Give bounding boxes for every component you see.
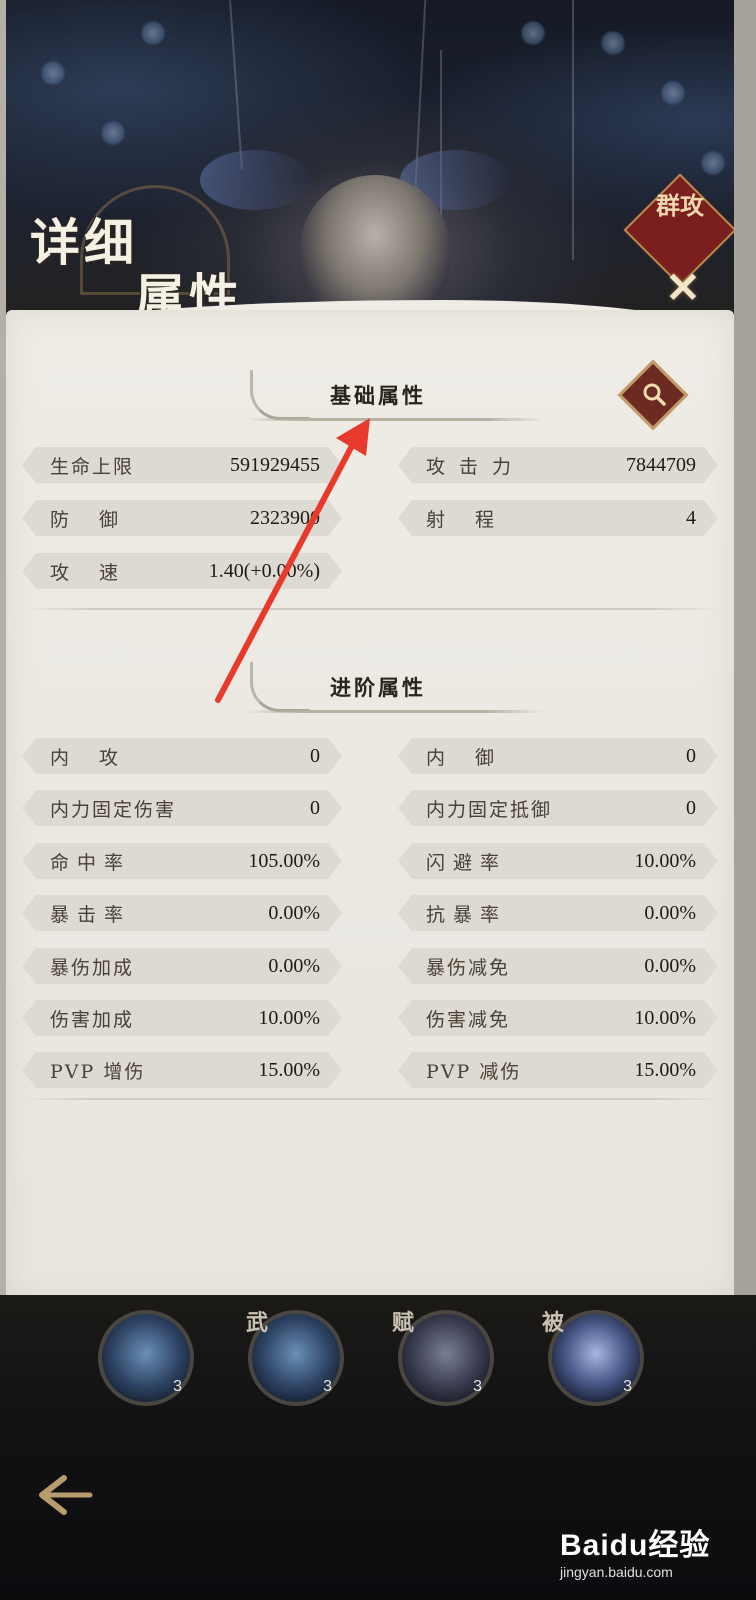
section-divider [22, 1098, 722, 1100]
stat-attack-speed: 攻速 1.40(+0.00%) [22, 553, 342, 589]
watermark-site: jingyan.baidu.com [560, 1564, 673, 1580]
stat-inner-fixed-resist: 内力固定抵御 0 [398, 790, 718, 826]
section-underline [245, 418, 545, 421]
stat-pvp-damage-reduction: PVP 减伤 15.00% [398, 1052, 718, 1088]
stat-max-hp: 生命上限 591929455 [22, 447, 342, 483]
skill-slot-1[interactable]: 3 [98, 1310, 194, 1406]
stat-dodge-rate: 闪避率 10.00% [398, 843, 718, 879]
magnifier-icon [643, 383, 666, 406]
watermark-brand: Baidu经验 [560, 1529, 711, 1562]
stat-crit-resist: 抗暴率 0.00% [398, 895, 718, 931]
baidu-watermark: Baidu经验 jingyan.baidu.com [560, 1520, 750, 1590]
attack-type-label: 群攻 [656, 191, 704, 220]
skill-level: 3 [173, 1378, 182, 1395]
skill-tag-martial: 武 [246, 1310, 269, 1336]
stat-hit-rate: 命中率 105.00% [22, 843, 342, 879]
skill-level: 3 [323, 1378, 332, 1395]
stat-inner-fixed-damage: 内力固定伤害 0 [22, 790, 342, 826]
stat-inner-defense: 内御 0 [398, 738, 718, 774]
stat-pvp-damage-bonus: PVP 增伤 15.00% [22, 1052, 342, 1088]
brush-ornament-icon [250, 662, 310, 712]
stat-attack: 攻击力 7844709 [398, 447, 718, 483]
stat-crit-rate: 暴击率 0.00% [22, 895, 342, 931]
advanced-section-header: 进阶属性 [0, 662, 756, 713]
stat-damage-bonus: 伤害加成 10.00% [22, 1000, 342, 1036]
close-button[interactable]: ✕ [660, 265, 706, 311]
back-arrow-icon [39, 1475, 93, 1515]
stat-range: 射程 4 [398, 500, 718, 536]
stat-crit-damage-bonus: 暴伤加成 0.00% [22, 948, 342, 984]
skill-tag-talent: 赋 [392, 1310, 415, 1336]
stat-damage-reduction: 伤害减免 10.00% [398, 1000, 718, 1036]
basic-section-title: 基础属性 [330, 383, 426, 408]
stat-crit-damage-reduction: 暴伤减免 0.00% [398, 948, 718, 984]
stat-inner-attack: 内攻 0 [22, 738, 342, 774]
brush-ornament-icon [250, 370, 310, 420]
back-button[interactable] [34, 1470, 94, 1520]
title-line-1: 详细 [30, 213, 138, 272]
skill-level: 3 [623, 1378, 632, 1395]
section-underline [245, 710, 545, 713]
advanced-section-title: 进阶属性 [330, 675, 426, 700]
section-divider [22, 608, 722, 610]
skill-level: 3 [473, 1378, 482, 1395]
skill-tag-passive: 被 [542, 1310, 565, 1336]
stat-defense: 防御 2323900 [22, 500, 342, 536]
